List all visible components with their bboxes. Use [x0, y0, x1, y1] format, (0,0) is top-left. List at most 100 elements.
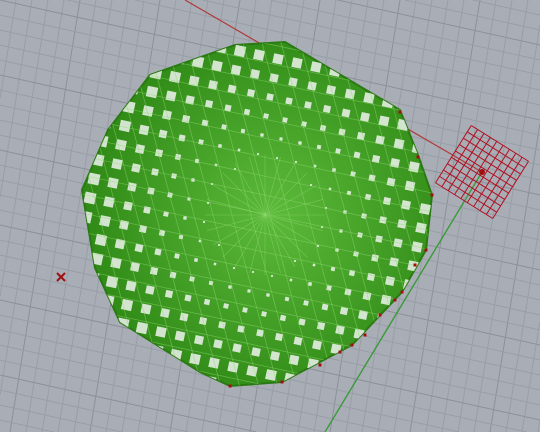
- lattice-cell: [293, 259, 297, 263]
- selection-grid-line: [466, 145, 504, 203]
- selection-grid-line: [492, 160, 529, 219]
- lattice-cell: [270, 274, 274, 278]
- boundary-point-marker: [413, 263, 417, 267]
- lattice-cell: [189, 353, 201, 365]
- lattice-cell: [227, 361, 239, 373]
- lattice-cell: [232, 266, 236, 270]
- lattice-cell: [285, 97, 293, 105]
- lattice-cell: [154, 248, 162, 256]
- viewport-canvas[interactable]: [0, 0, 540, 432]
- lattice-cell: [246, 88, 256, 98]
- lattice-cell: [279, 137, 283, 141]
- lattice-cell: [310, 61, 322, 73]
- lattice-cell: [213, 339, 223, 349]
- lattice-cell: [82, 111, 94, 125]
- lattice-cell: [256, 152, 260, 156]
- lattice-cell: [107, 177, 119, 189]
- lattice-cell: [293, 336, 303, 346]
- lattice-cell: [294, 160, 298, 164]
- boundary-point-marker: [338, 350, 342, 354]
- lattice-cell: [184, 294, 192, 302]
- lattice-cell: [303, 300, 309, 306]
- lattice-strut: [427, 40, 434, 41]
- lattice-cell: [240, 128, 246, 134]
- grid-line: [0, 0, 17, 99]
- grid-line: [0, 0, 33, 198]
- lattice-cell: [307, 281, 313, 287]
- lattice-cell: [400, 199, 412, 211]
- lattice-cell: [316, 244, 320, 248]
- lattice-cell: [213, 262, 217, 266]
- grid-line: [0, 374, 257, 432]
- lattice-cell: [288, 77, 298, 87]
- lattice-cell: [232, 343, 242, 353]
- lattice-cell: [360, 112, 370, 122]
- lattice-cell: [138, 124, 150, 136]
- lattice-cell: [251, 347, 261, 357]
- boundary-point-marker: [363, 333, 367, 337]
- lattice-cell: [223, 303, 229, 309]
- boundary-point-marker: [378, 313, 382, 317]
- boundary-point-marker: [393, 298, 397, 302]
- lattice-cell: [382, 373, 396, 386]
- grid-line: [0, 419, 55, 432]
- lattice-mesh-object[interactable]: [79, 39, 434, 388]
- point-marker-icon[interactable]: [56, 272, 66, 282]
- lattice-cell: [112, 336, 126, 350]
- lattice-cell: [123, 201, 133, 211]
- lattice-cell: [127, 359, 141, 373]
- lattice-cell: [178, 134, 186, 142]
- selection-grid-line: [441, 129, 479, 187]
- lattice-cell: [274, 332, 284, 342]
- selection-grid-line: [435, 125, 472, 184]
- grid-line: [0, 0, 49, 297]
- lattice-cell: [284, 296, 290, 302]
- lattice-cell: [298, 141, 302, 145]
- lattice-cell: [193, 334, 205, 346]
- selection-grid-line: [460, 141, 498, 199]
- lattice-cell: [291, 57, 303, 69]
- lattice-cell: [419, 203, 431, 215]
- lattice-cell: [364, 193, 372, 201]
- grid-line: [472, 0, 540, 16]
- lattice-cell: [193, 257, 199, 263]
- lattice-cell: [103, 196, 115, 208]
- lattice-cell: [335, 325, 345, 335]
- selection-grid-line: [485, 157, 523, 215]
- lattice-cell: [160, 308, 170, 318]
- lattice-cell: [384, 275, 396, 287]
- lattice-cell: [145, 285, 155, 295]
- lattice-cell: [82, 290, 96, 304]
- lattice-cell: [341, 108, 351, 118]
- lattice-cell: [145, 85, 159, 99]
- origin-point-icon[interactable]: [479, 169, 485, 175]
- lattice-cell: [108, 355, 122, 369]
- lattice-cell: [335, 148, 341, 154]
- lattice-cell: [218, 321, 226, 329]
- boundary-point-marker: [398, 110, 402, 114]
- grid-line: [521, 320, 540, 432]
- selection-grid-line: [443, 169, 501, 207]
- lattice-cell: [269, 350, 281, 362]
- boundary-point-marker: [424, 248, 428, 252]
- grid-line: [0, 404, 122, 432]
- lattice-cell: [304, 101, 312, 109]
- lattice-cell: [158, 129, 168, 139]
- selection-grid-line: [435, 182, 494, 219]
- lattice-cell: [279, 314, 287, 322]
- lattice-cell: [242, 307, 248, 313]
- lattice-cell: [89, 351, 103, 365]
- lattice-cell: [382, 196, 392, 206]
- lattice-cell: [272, 53, 284, 65]
- lattice-strut: [338, 42, 432, 61]
- grid-line: [489, 123, 540, 432]
- lattice-cell: [376, 313, 388, 325]
- grid-line: [337, 0, 540, 46]
- lattice-cell: [174, 330, 186, 342]
- lattice-cell: [266, 93, 274, 101]
- 3d-viewport[interactable]: [0, 0, 540, 432]
- lattice-cell: [147, 187, 155, 195]
- lattice-cell: [266, 293, 270, 297]
- lattice-cell: [312, 340, 322, 350]
- lattice-cell: [260, 133, 264, 137]
